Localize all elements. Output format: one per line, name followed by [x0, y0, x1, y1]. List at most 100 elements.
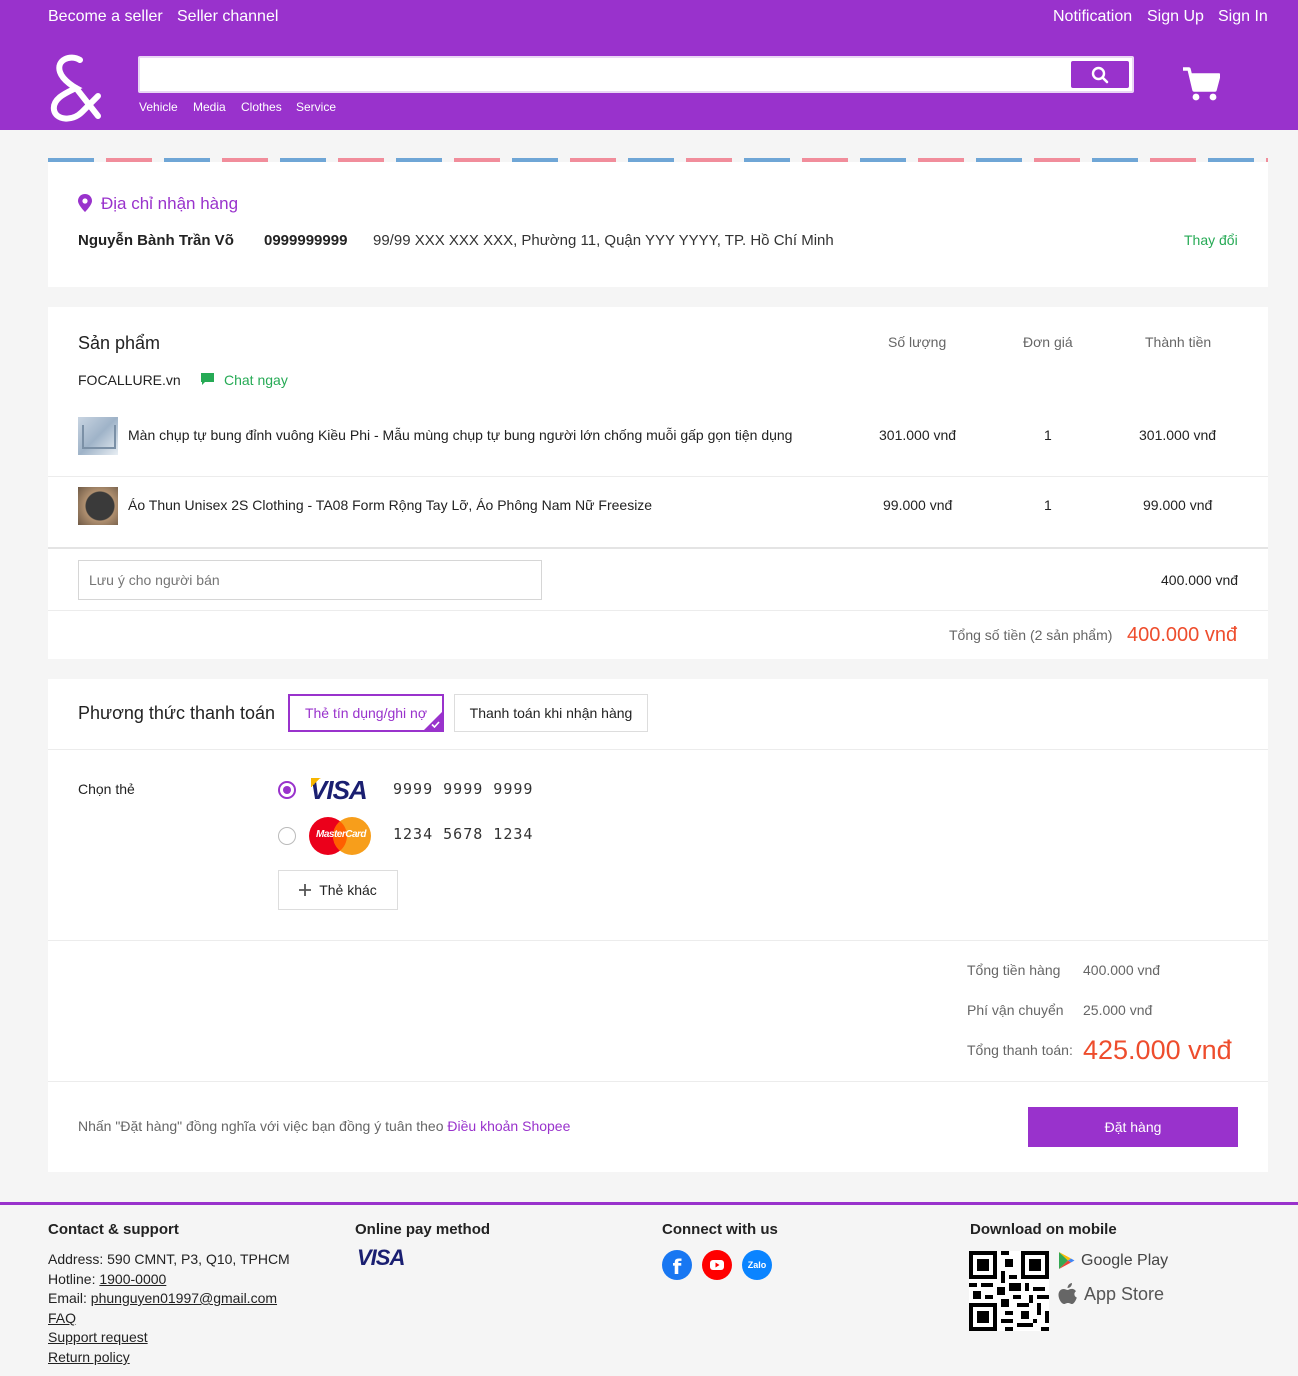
- total-amount-value: 400.000 vnđ: [1127, 624, 1238, 646]
- product-thumbnail[interactable]: [78, 417, 118, 455]
- become-seller-link[interactable]: Become a seller: [48, 8, 163, 26]
- mastercard-label: MasterCard: [315, 829, 367, 840]
- address-title: Địa chỉ nhận hàng: [101, 194, 239, 213]
- support-request-link[interactable]: Support request: [48, 1329, 148, 1345]
- seller-channel-link[interactable]: Seller channel: [177, 8, 278, 26]
- row-divider: [48, 940, 1268, 941]
- contact-hotline: Hotline: 1900-0000: [48, 1271, 166, 1287]
- connect-title: Connect with us: [662, 1221, 778, 1238]
- place-order-button[interactable]: Đặt hàng: [1028, 1107, 1238, 1147]
- ampersand-logo[interactable]: [46, 52, 102, 122]
- app-store-badge[interactable]: App Store: [1058, 1283, 1164, 1306]
- category-service[interactable]: Service: [296, 100, 336, 114]
- chat-icon[interactable]: [200, 372, 215, 387]
- email-link[interactable]: phunguyen01997@gmail.com: [91, 1290, 277, 1306]
- payment-card: Phương thức thanh toán Thẻ tín dụng/ghi …: [48, 679, 1268, 1172]
- category-clothes[interactable]: Clothes: [241, 100, 282, 114]
- product-unit-price: 301.000 vnđ: [879, 427, 957, 443]
- cart-icon[interactable]: [1182, 66, 1220, 102]
- location-pin-icon: [78, 194, 92, 212]
- search-input[interactable]: [146, 62, 1070, 89]
- place-order-label: Đặt hàng: [1104, 1119, 1162, 1135]
- total-amount-label: Tổng số tiền (2 sản phẩm): [949, 627, 1113, 643]
- faq-link[interactable]: FAQ: [48, 1310, 76, 1326]
- sign-up-link[interactable]: Sign Up: [1147, 8, 1204, 26]
- row-divider: [48, 610, 1268, 611]
- header-qty: Số lượng: [888, 334, 947, 350]
- product-qty: 1: [1044, 497, 1052, 513]
- shipping-fee-value: 25.000 vnđ: [1083, 1002, 1153, 1018]
- youtube-icon[interactable]: [702, 1250, 732, 1280]
- search-icon: [1091, 66, 1109, 83]
- notification-link[interactable]: Notification: [1053, 8, 1132, 26]
- tab-cod[interactable]: Thanh toán khi nhận hàng: [454, 694, 648, 732]
- products-title: Sản phẩm: [78, 333, 161, 353]
- card-number-visa: 9999 9999 9999: [393, 780, 534, 798]
- product-unit-price: 99.000 vnđ: [883, 497, 953, 513]
- header-unit-price: Đơn giá: [1023, 334, 1073, 350]
- address-card: Địa chỉ nhận hàng Nguyễn Bành Trần Võ 09…: [48, 162, 1268, 287]
- contact-title: Contact & support: [48, 1221, 179, 1238]
- zalo-icon[interactable]: Zalo: [742, 1250, 772, 1280]
- product-total: 99.000 vnđ: [1143, 497, 1213, 513]
- check-icon: [431, 721, 440, 728]
- search-bar: [138, 56, 1134, 93]
- download-title: Download on mobile: [970, 1221, 1117, 1238]
- terms-link[interactable]: Điều khoản Shopee: [447, 1118, 570, 1134]
- shop-name: FOCALLURE.vn: [78, 372, 181, 388]
- hotline-link[interactable]: 1900-0000: [99, 1271, 166, 1287]
- terms-text: Nhấn "Đặt hàng" đồng nghĩa với việc bạn …: [78, 1118, 570, 1134]
- product-name[interactable]: Màn chụp tự bung đỉnh vuông Kiều Phi - M…: [128, 427, 792, 443]
- recipient-phone: 0999999999: [264, 232, 348, 249]
- contact-email: Email: phunguyen01997@gmail.com: [48, 1290, 277, 1306]
- payment-title: Phương thức thanh toán: [78, 703, 276, 723]
- pay-method-title: Online pay method: [355, 1221, 491, 1238]
- header-total: Thành tiền: [1145, 334, 1212, 350]
- search-button[interactable]: [1071, 61, 1129, 88]
- shipping-fee-label: Phí vận chuyển: [967, 1002, 1064, 1018]
- card-radio-visa[interactable]: [278, 781, 296, 799]
- google-play-icon: [1059, 1252, 1075, 1269]
- footer: Contact & support Address: 590 CMNT, P3,…: [0, 1202, 1298, 1376]
- sign-in-link[interactable]: Sign In: [1218, 8, 1268, 26]
- product-name[interactable]: Áo Thun Unisex 2S Clothing - TA08 Form R…: [128, 497, 652, 513]
- change-address-link[interactable]: Thay đổi: [1184, 232, 1238, 248]
- choose-card-label: Chọn thẻ: [78, 781, 135, 797]
- google-play-badge[interactable]: Google Play: [1058, 1251, 1168, 1270]
- contact-address: Address: 590 CMNT, P3, Q10, TPHCM: [48, 1251, 290, 1267]
- products-card: Sản phẩm Số lượng Đơn giá Thành tiền FOC…: [48, 307, 1268, 659]
- apple-icon: [1058, 1283, 1077, 1304]
- chat-now-link[interactable]: Chat ngay: [224, 372, 288, 388]
- email-label: Email:: [48, 1290, 87, 1306]
- plus-icon: [299, 884, 312, 896]
- recipient-address: 99/99 XXX XXX XXX, Phường 11, Quận YYY Y…: [373, 232, 834, 249]
- qr-code-icon: [969, 1251, 1049, 1331]
- shop-subtotal: 400.000 vnđ: [1161, 572, 1239, 588]
- visa-accent: [311, 778, 321, 787]
- facebook-icon[interactable]: f: [662, 1250, 692, 1280]
- category-vehicle[interactable]: Vehicle: [139, 100, 178, 114]
- product-qty: 1: [1044, 427, 1052, 443]
- tab-cod-label: Thanh toán khi nhận hàng: [469, 705, 633, 721]
- goods-total-label: Tổng tiền hàng: [967, 962, 1061, 978]
- category-media[interactable]: Media: [193, 100, 226, 114]
- row-divider: [48, 749, 1268, 750]
- tab-credit-card-label: Thẻ tín dụng/ghi nợ: [304, 705, 428, 721]
- visa-footer-logo: VISA: [357, 1245, 405, 1270]
- goods-total-value: 400.000 vnđ: [1083, 962, 1161, 978]
- row-divider: [48, 547, 1268, 549]
- row-divider: [48, 476, 1268, 477]
- row-divider: [48, 1081, 1268, 1082]
- tab-credit-card[interactable]: Thẻ tín dụng/ghi nợ: [288, 694, 444, 732]
- header: Become a seller Seller channel Notificat…: [0, 0, 1298, 130]
- seller-note-input[interactable]: [78, 560, 542, 600]
- product-thumbnail[interactable]: [78, 487, 118, 525]
- return-policy-link[interactable]: Return policy: [48, 1349, 130, 1365]
- add-card-label: Thẻ khác: [319, 882, 377, 898]
- hotline-label: Hotline:: [48, 1271, 96, 1287]
- recipient-name: Nguyễn Bành Trần Võ: [78, 232, 234, 249]
- terms-prefix: Nhấn "Đặt hàng" đồng nghĩa với việc bạn …: [78, 1118, 444, 1134]
- card-radio-mastercard[interactable]: [278, 827, 296, 845]
- add-card-button[interactable]: Thẻ khác: [278, 870, 398, 910]
- product-total: 301.000 vnđ: [1139, 427, 1217, 443]
